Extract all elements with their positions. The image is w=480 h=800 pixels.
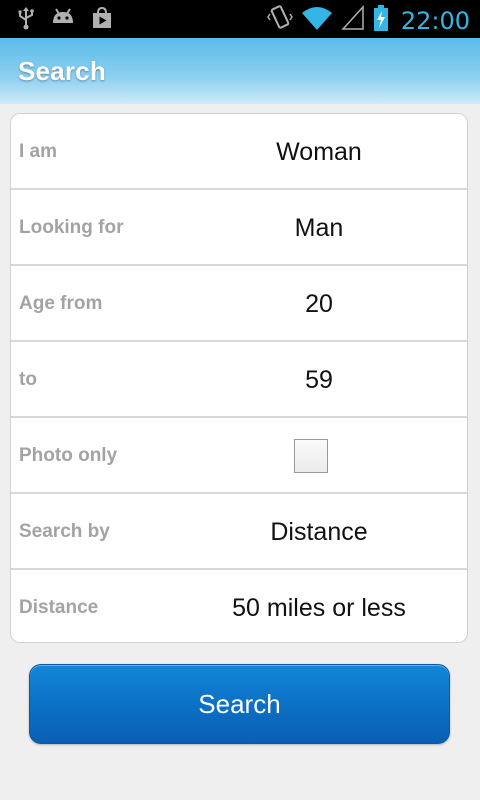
signal-icon (341, 5, 365, 36)
form-row-search-by[interactable]: Search by Distance (11, 494, 467, 570)
vibrate-icon (266, 4, 293, 37)
age-to-value[interactable]: 59 (211, 342, 467, 418)
age-to-label: to (19, 369, 37, 390)
search-by-value[interactable]: Distance (211, 494, 467, 570)
search-form: I am Woman Looking for Man Age from 20 t… (10, 113, 468, 643)
form-row-age-to[interactable]: to 59 (11, 342, 467, 418)
search-by-label: Search by (19, 521, 110, 542)
distance-label: Distance (19, 597, 99, 618)
action-bar: Search (0, 38, 480, 104)
notification-icons (16, 6, 114, 35)
age-from-value[interactable]: 20 (211, 266, 467, 342)
looking-for-label: Looking for (19, 217, 124, 238)
wifi-icon (301, 5, 333, 36)
photo-only-checkbox[interactable] (294, 439, 328, 473)
looking-for-value[interactable]: Man (211, 190, 467, 266)
status-clock: 22:00 (400, 6, 470, 35)
gender-value[interactable]: Woman (211, 114, 467, 190)
age-from-label: Age from (19, 293, 103, 314)
photo-only-label: Photo only (19, 445, 118, 466)
play-store-icon (90, 6, 114, 35)
battery-charging-icon (373, 4, 389, 37)
form-row-age-from[interactable]: Age from 20 (11, 266, 467, 342)
status-bar: 22:00 (0, 0, 480, 38)
usb-icon (16, 6, 36, 35)
form-row-distance[interactable]: Distance 50 miles or less (11, 570, 467, 642)
distance-value[interactable]: 50 miles or less (211, 570, 467, 642)
form-row-gender[interactable]: I am Woman (11, 114, 467, 190)
android-debug-icon (50, 7, 76, 34)
gender-label: I am (19, 141, 58, 162)
system-icons: 22:00 (266, 4, 470, 37)
form-row-looking-for[interactable]: Looking for Man (11, 190, 467, 266)
page-title: Search (18, 56, 106, 86)
form-row-photo-only[interactable]: Photo only (11, 418, 467, 494)
search-button[interactable]: Search (29, 664, 450, 744)
